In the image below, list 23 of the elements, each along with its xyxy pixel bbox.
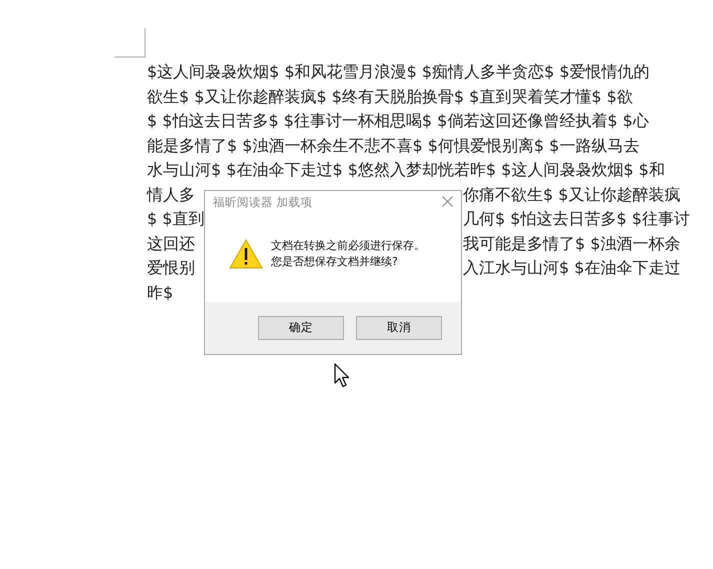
document-text: 情人多 [147, 184, 195, 206]
close-icon[interactable] [442, 196, 453, 207]
document-text: 水与山河$ $在油伞下走过$ $悠然入梦却恍若昨$ $这人间袅袅炊烟$ $和 [147, 160, 665, 179]
document-text: 爱恨别 [147, 257, 195, 279]
document-text: $这人间袅袅炊烟$ $和风花雪月浪漫$ $痴情人多半贪恋$ $爱恨情仇的 [147, 62, 650, 81]
document-text: 昨$ [147, 282, 174, 302]
document-text: 欲生$ $又让你趁醉装疯$ $终有天脱胎换骨$ $直到哭着笑才懂$ $欲 [147, 86, 633, 106]
dialog-button[interactable]: 取消 [356, 316, 442, 340]
document-text: $ $怕这去日苦多$ $往事讨一杯相思喝$ $倘若这回还像曾经执着$ $心 [147, 111, 649, 130]
warning-icon [229, 238, 263, 268]
mouse-pointer-icon [334, 363, 350, 388]
document-text: 能是多情了$ $浊酒一杯余生不悲不喜$ $何惧爱恨别离$ $一路纵马去 [147, 136, 640, 154]
document-text: 几何$ $怕这去日苦多$ $往事讨 [463, 208, 690, 230]
corner-mark [115, 28, 146, 58]
dialog-message: 您是否想保存文档并继续? [271, 254, 399, 270]
document-text: 入江水与山河$ $在油伞下走过 [463, 257, 680, 279]
dialog-title: 福昕阅读器 加载项 [213, 194, 313, 211]
document-text: 这回还 [147, 232, 195, 254]
dialog-button[interactable]: 确定 [258, 316, 344, 340]
document-text: 我可能是多情了$ $浊酒一杯余 [463, 232, 680, 254]
document-text: 你痛不欲生$ $又让你趁醉装疯 [463, 184, 680, 206]
document-text: $ $直到 [147, 208, 204, 230]
dialog-message: 文档在转换之前必须进行保存。 [271, 238, 425, 254]
